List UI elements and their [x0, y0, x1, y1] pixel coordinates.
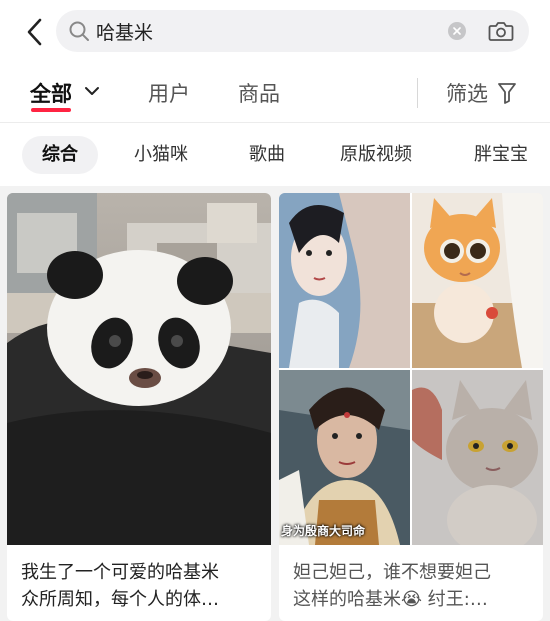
active-tab-indicator — [31, 108, 71, 112]
caption-line: 妲己妲己，谁不想要妲己 — [293, 562, 491, 583]
chip-comprehensive[interactable]: 综合 — [22, 136, 98, 174]
collage-tile — [279, 193, 410, 368]
tab-users[interactable]: 用户 — [148, 78, 190, 108]
search-icon — [69, 21, 89, 41]
note-cover-image — [7, 193, 271, 545]
caption-line: 我生了一个可爱的哈基米 — [21, 562, 219, 583]
filter-button[interactable]: 筛选 — [446, 78, 488, 108]
divider — [0, 122, 550, 123]
tab-goods[interactable]: 商品 — [238, 78, 280, 108]
note-cover-image: 身为殷商大司命 — [279, 193, 543, 545]
note-card[interactable]: 身为殷商大司命 妲己妲己，谁不想要妲己 这样的哈基米😭 纣王:… — [279, 193, 543, 621]
header: 全部 用户 商品 筛选 综合 小猫咪 歌曲 原版视频 胖宝宝 — [0, 0, 550, 186]
divider — [417, 78, 418, 108]
tab-all[interactable]: 全部 — [30, 78, 72, 108]
note-caption: 妲己妲己，谁不想要妲己 这样的哈基米😭 纣王:… — [293, 559, 537, 613]
clear-button[interactable] — [448, 22, 466, 40]
search-input[interactable] — [96, 16, 476, 46]
camera-icon[interactable] — [488, 19, 514, 43]
back-button[interactable] — [16, 12, 52, 52]
chevron-down-icon[interactable] — [84, 86, 100, 96]
note-card[interactable]: 我生了一个可爱的哈基米 众所周知，每个人的体… — [7, 193, 271, 621]
clear-icon — [453, 27, 461, 35]
filter-icon[interactable] — [497, 82, 517, 104]
image-overlay-text: 身为殷商大司命 — [281, 524, 366, 538]
chip-chubby-baby[interactable]: 胖宝宝 — [474, 136, 528, 174]
back-arrow-icon — [27, 18, 42, 46]
collage-tile: 身为殷商大司命 — [279, 370, 410, 545]
chip-kitten[interactable]: 小猫咪 — [134, 136, 188, 174]
filter-chips: 综合 小猫咪 歌曲 原版视频 胖宝宝 — [0, 130, 550, 180]
note-caption: 我生了一个可爱的哈基米 众所周知，每个人的体… — [21, 559, 265, 613]
collage-tile — [412, 370, 543, 545]
chip-original-video[interactable]: 原版视频 — [340, 136, 412, 174]
chip-songs[interactable]: 歌曲 — [249, 136, 285, 174]
search-tabs: 全部 用户 商品 筛选 — [0, 62, 550, 122]
caption-line: 这样的哈基米😭 纣王:… — [293, 589, 488, 610]
search-bar[interactable] — [56, 10, 529, 52]
collage-tile — [412, 193, 543, 368]
caption-line: 众所周知，每个人的体… — [21, 589, 219, 610]
